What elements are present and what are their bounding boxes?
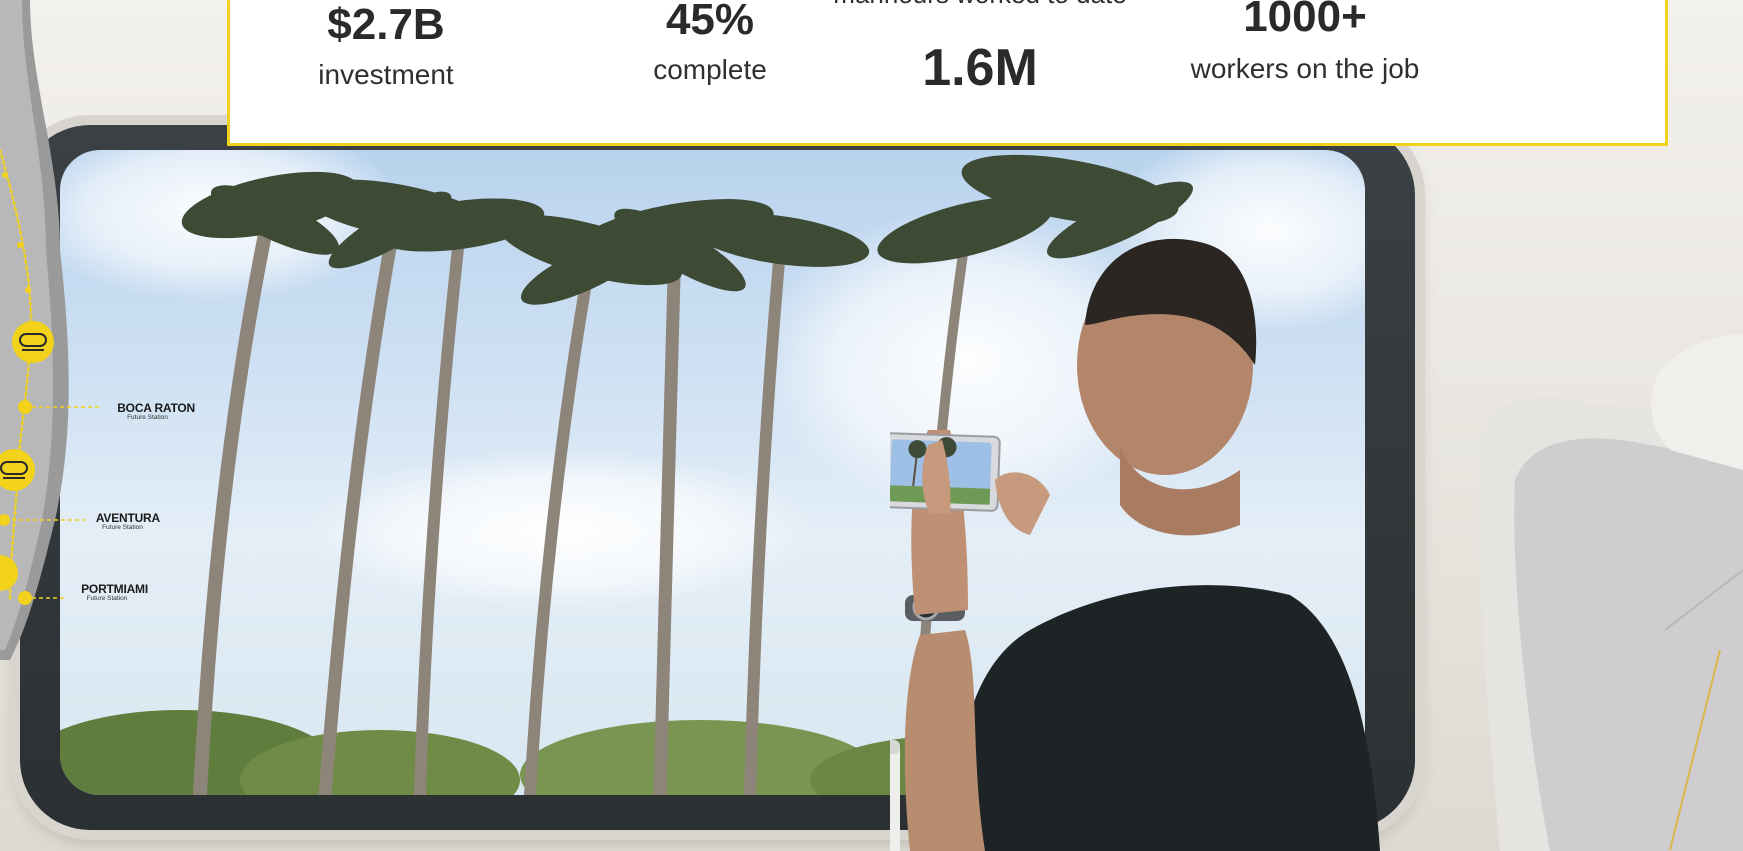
train-icon xyxy=(12,321,54,363)
station-name: AVENTURA xyxy=(95,511,160,525)
stat-label: investment xyxy=(318,59,454,90)
passenger-photo xyxy=(890,238,1380,851)
station-dot xyxy=(18,591,32,605)
route-map xyxy=(0,0,100,660)
stat-value: 1.6M xyxy=(922,39,1038,97)
station-label-portmiami: PORTMIAMI Future Station xyxy=(66,583,148,603)
stat-value: 1000+ xyxy=(1243,0,1367,41)
stat-label: workers on the job xyxy=(1190,53,1420,84)
train-interior-scene: BOCA RATON Future Station AVENTURA Futur… xyxy=(0,0,1743,851)
stat-label: manhours worked to date xyxy=(790,0,1170,10)
station-dot xyxy=(18,400,32,414)
stats-card: $2.7B investment 45% complete manhours w… xyxy=(227,0,1668,146)
cup xyxy=(890,740,900,851)
station-name: BOCA RATON xyxy=(117,401,195,415)
station-label-boca-raton: BOCA RATON Future Station xyxy=(100,402,195,422)
palm-trunks xyxy=(193,203,970,795)
station-sub: Future Station xyxy=(127,414,168,421)
stat-workers: 1000+ workers on the job xyxy=(1170,0,1440,85)
stat-investment: $2.7B investment xyxy=(266,3,506,91)
station-sub: Future Station xyxy=(86,595,128,602)
station-sub: Future Station xyxy=(102,524,143,531)
stat-manhours: manhours worked to date 1.6M xyxy=(790,0,1170,94)
stat-value: $2.7B xyxy=(327,0,445,49)
station-name: PORTMIAMI xyxy=(81,582,148,596)
station-label-aventura: AVENTURA Future Station xyxy=(85,512,160,532)
